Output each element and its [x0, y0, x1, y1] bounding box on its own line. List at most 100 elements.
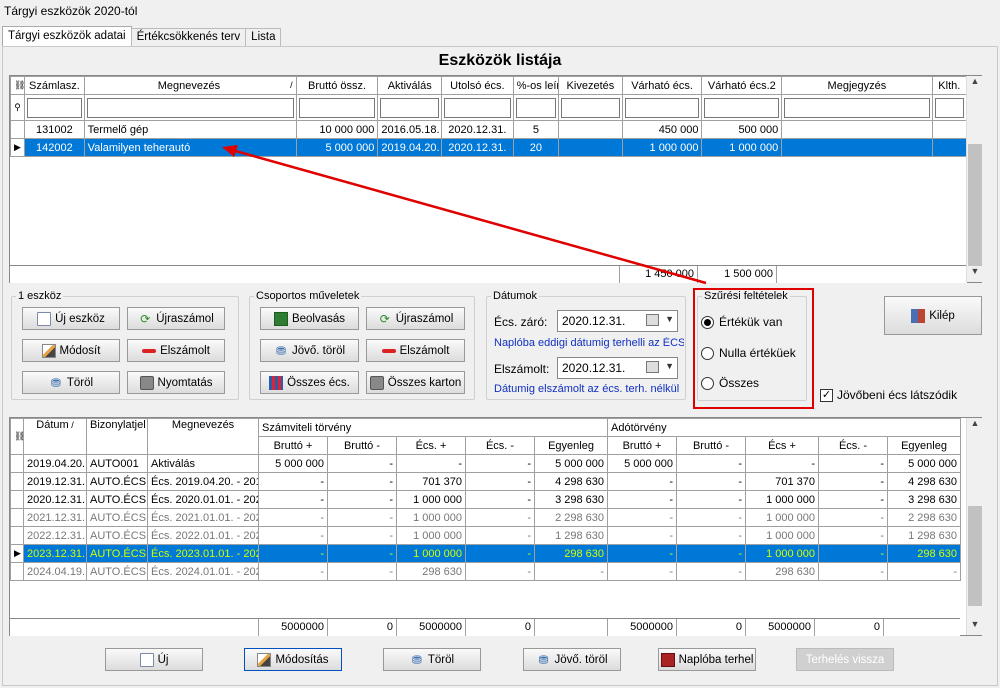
scroll-down-icon[interactable]: ▼ — [967, 266, 983, 282]
col-header[interactable]: Kivezetés — [558, 76, 623, 95]
col-header[interactable]: Écs. + — [396, 436, 466, 455]
col-header[interactable]: Bruttó össz. — [295, 76, 379, 95]
col-header[interactable]: Bruttó - — [327, 436, 397, 455]
tab-list[interactable]: Lista — [245, 28, 282, 46]
assets-scrollbar[interactable]: ▲ ▼ — [966, 76, 982, 282]
chevron-down-icon[interactable]: ▼ — [665, 361, 674, 371]
col-header[interactable]: Várható écs.2 — [701, 76, 783, 95]
future-depreciation-checkbox[interactable]: ✓ Jövőbeni écs látszódik — [820, 388, 957, 402]
row-indicator — [10, 562, 24, 581]
filter-input[interactable] — [27, 97, 82, 118]
cell: - — [533, 562, 609, 581]
scroll-up-icon[interactable]: ▲ — [967, 418, 983, 434]
filter-input[interactable] — [380, 97, 440, 118]
column-chooser-icon[interactable]: ⛓ — [9, 76, 26, 95]
cell: 142002 — [24, 138, 85, 157]
col-header[interactable]: Dátum / — [23, 418, 87, 455]
modify-button[interactable]: Módosít — [22, 339, 120, 362]
filter-input[interactable] — [704, 97, 780, 118]
table-row-selected[interactable]: ▶ 142002 Valamilyen teherautó 5 000 000 … — [9, 138, 968, 157]
recalculate-all-button[interactable]: ⟳ Újraszámol — [366, 307, 465, 330]
cell: Écs. 2024.01.01. - 202 — [147, 562, 259, 581]
table-row[interactable]: 2019.12.31. AUTO.ÉCS Écs. 2019.04.20. - 20… — [10, 472, 962, 491]
filter-input[interactable] — [934, 97, 964, 118]
scroll-thumb[interactable] — [968, 506, 982, 606]
chevron-down-icon[interactable]: ▼ — [665, 314, 674, 324]
col-header[interactable]: Klth. — [931, 76, 968, 95]
recalculate-button[interactable]: ⟳ Újraszámol — [127, 307, 225, 330]
button-label: Nyomtatás — [157, 376, 213, 389]
list-title: Eszközök listája — [438, 52, 562, 69]
col-header[interactable]: Bruttó + — [607, 436, 678, 455]
settled-button[interactable]: Elszámolt — [127, 339, 225, 362]
filter-input[interactable] — [86, 97, 294, 118]
import-button[interactable]: Beolvasás — [260, 307, 359, 330]
col-header[interactable]: Écs + — [745, 436, 820, 455]
col-header[interactable]: Számlasz. — [24, 76, 85, 95]
table-row[interactable]: 2020.12.31. AUTO.ÉCS Écs. 2020.01.01. - 20… — [10, 490, 962, 509]
new-asset-button[interactable]: Új eszköz — [22, 307, 120, 330]
col-header[interactable]: Várható écs. — [621, 76, 703, 95]
ledger-new-button[interactable]: Új — [105, 648, 203, 671]
ledger-modify-button[interactable]: Módosítás — [244, 648, 342, 671]
calendar-icon[interactable] — [646, 314, 659, 326]
cell: - — [676, 544, 747, 563]
table-row[interactable]: 2021.12.31. AUTO.ÉCS Écs. 2021.01.01. - 20… — [10, 508, 962, 527]
filter-input[interactable] — [444, 97, 511, 118]
col-header[interactable]: %-os leír. — [512, 76, 560, 95]
settled-all-button[interactable]: Elszámolt — [366, 339, 465, 362]
filter-input[interactable] — [515, 97, 557, 118]
all-cards-button[interactable]: Összes karton — [366, 371, 465, 394]
calendar-icon[interactable] — [646, 361, 659, 373]
col-header[interactable]: Écs. - — [818, 436, 889, 455]
button-label: Új — [157, 653, 169, 666]
table-row[interactable]: 2024.04.19. AUTO.ÉCS Écs. 2024.01.01. - 20… — [10, 562, 962, 581]
col-header[interactable]: Écs. - — [465, 436, 535, 455]
button-label: Terhelés vissza — [805, 653, 885, 666]
filter-input[interactable] — [624, 97, 700, 118]
table-row[interactable]: 2022.12.31. AUTO.ÉCS Écs. 2022.01.01. - 20… — [10, 526, 962, 545]
button-label: Töröl — [427, 653, 455, 666]
delete-future-button[interactable]: ⛃ Jövő. töröl — [260, 339, 359, 362]
depreciation-close-date[interactable]: 2020.12.31. ▼ — [557, 310, 678, 332]
column-chooser-icon[interactable]: ⛓ — [10, 418, 24, 455]
tab-asset-data[interactable]: Tárgyi eszközök adatai — [2, 26, 132, 46]
delete-button[interactable]: ⛃ Töröl — [22, 371, 120, 394]
revert-posting-button[interactable]: Terhelés vissza — [796, 648, 894, 671]
table-row[interactable]: 131002 Termelő gép 10 000 000 2016.05.18… — [9, 120, 968, 139]
tab-depreciation-plan[interactable]: Értékcsökkenés terv — [130, 28, 247, 46]
settled-date[interactable]: 2020.12.31. ▼ — [557, 357, 678, 379]
filter-binoculars-icon[interactable]: ⚲ — [9, 94, 26, 121]
col-header[interactable]: Egyenleg — [533, 436, 609, 455]
table-row-selected[interactable]: ▶ 2023.12.31. AUTO.ÉCS Écs. 2023.01.01. - 2… — [10, 544, 962, 563]
col-header[interactable]: Aktiválás — [377, 76, 443, 95]
scroll-down-icon[interactable]: ▼ — [967, 619, 983, 635]
filter-input[interactable] — [561, 97, 620, 118]
post-to-journal-button[interactable]: Naplóba terhel — [658, 648, 756, 671]
cell: Écs. 2020.01.01. - 202 — [147, 490, 259, 509]
col-header[interactable]: Bruttó - — [676, 436, 747, 455]
filter-input[interactable] — [784, 97, 930, 118]
col-header[interactable]: Megnevezés — [147, 418, 259, 455]
table-row[interactable]: 2019.04.20. AUTO001 Aktiválás 5 000 000- - -5… — [10, 454, 962, 473]
col-header[interactable]: Megjegyzés — [781, 76, 933, 95]
ledger-scrollbar[interactable]: ▲ ▼ — [966, 418, 982, 635]
ledger-total-cell: 0 — [327, 619, 396, 636]
ledger-delete-button[interactable]: ⛃ Töröl — [383, 648, 481, 671]
col-header[interactable]: Utolsó écs. — [441, 76, 514, 95]
col-header[interactable]: Megnevezés / — [83, 76, 297, 95]
col-header[interactable]: Egyenleg — [887, 436, 962, 455]
col-header[interactable]: Bizonylatjel — [86, 418, 148, 455]
all-depreciation-button[interactable]: Összes écs. — [260, 371, 359, 394]
print-button[interactable]: Nyomtatás — [127, 371, 225, 394]
scroll-thumb[interactable] — [968, 144, 982, 266]
filter-input[interactable] — [298, 97, 376, 118]
row-indicator — [10, 490, 24, 509]
ledger-delete-future-button[interactable]: ⛃ Jövő. töröl — [523, 648, 621, 671]
delete-icon: ⛃ — [275, 343, 286, 358]
col-header[interactable]: Bruttó + — [258, 436, 328, 455]
settled-label: Elszámolt: — [494, 362, 550, 376]
row-indicator — [9, 120, 26, 139]
exit-button[interactable]: Kilép — [884, 296, 982, 335]
scroll-up-icon[interactable]: ▲ — [967, 76, 983, 92]
